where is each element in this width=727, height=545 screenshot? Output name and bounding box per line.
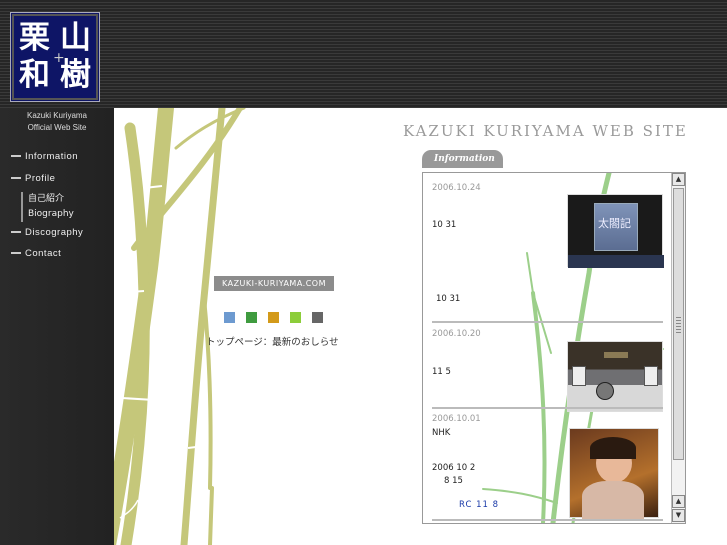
dash-icon xyxy=(11,252,21,255)
scroll-down-arrow-icon[interactable]: ▼ xyxy=(672,509,685,522)
nav-information[interactable]: Information xyxy=(11,151,78,162)
news-text: 8 15 xyxy=(444,476,463,486)
center-logo[interactable]: KAZUKI-KURIYAMA.COM xyxy=(214,276,334,291)
dash-icon xyxy=(11,155,21,158)
news-text: NHK xyxy=(432,428,451,438)
news-photo-sign: 太閤記 xyxy=(567,194,664,268)
news-photo-portrait xyxy=(569,428,659,519)
color-dot-1[interactable] xyxy=(224,312,235,323)
profile-submenu: 自己紹介 Biography xyxy=(21,192,74,222)
dash-icon xyxy=(11,177,21,180)
owner-subtitle: Official Web Site xyxy=(27,123,87,132)
news-link[interactable]: RC 11 8 xyxy=(459,500,499,510)
nav-discography-label: Discography xyxy=(25,227,84,238)
site-logo[interactable]: 栗 山 + 和 樹 xyxy=(10,12,100,102)
news-divider xyxy=(432,519,663,521)
bamboo-illustration xyxy=(114,108,246,545)
tab-information[interactable]: Information xyxy=(422,150,503,168)
nav-contact[interactable]: Contact xyxy=(11,248,61,259)
logo-char-4: 樹 xyxy=(60,57,91,93)
main-content: KAZUKI KURIYAMA WEB SITE KAZUKI-KURIYAMA… xyxy=(114,108,727,545)
news-date: 2006.10.01 xyxy=(432,414,481,424)
news-text: 11 5 xyxy=(432,367,451,377)
scroll-up-arrow-icon[interactable]: ▲ xyxy=(672,495,685,508)
nav-profile-jikoshokai[interactable]: 自己紹介 xyxy=(28,192,74,207)
scroll-up-arrow-icon[interactable]: ▲ xyxy=(672,173,685,186)
header-bar xyxy=(0,0,727,108)
owner-name: Kazuki Kuriyama xyxy=(26,111,88,120)
nav-information-label: Information xyxy=(25,151,79,162)
nav-profile[interactable]: Profile xyxy=(11,173,55,184)
news-text: 10 31 xyxy=(436,294,461,304)
news-date: 2006.10.20 xyxy=(432,329,481,339)
page-root: 栗 山 + 和 樹 Kazuki Kuriyama Official Web S… xyxy=(0,0,727,545)
sign-text: 太閤記 xyxy=(598,217,631,230)
page-label: トップページ：最新のおしらせ xyxy=(206,337,339,348)
dash-icon xyxy=(11,231,21,234)
nav-profile-label: Profile xyxy=(25,173,56,184)
scroll-thumb[interactable] xyxy=(673,188,684,460)
news-date: 2006.10.24 xyxy=(432,183,481,193)
color-dot-5[interactable] xyxy=(312,312,323,323)
news-list: 2006.10.24 10 31 10 31 太閤記 2006.10.20 11… xyxy=(423,173,671,523)
information-panel: 2006.10.24 10 31 10 31 太閤記 2006.10.20 11… xyxy=(422,172,686,524)
news-divider xyxy=(432,407,663,409)
news-text: 10 31 xyxy=(432,220,457,230)
nav-discography[interactable]: Discography xyxy=(11,227,83,238)
news-text: 2006 10 2 xyxy=(432,463,476,473)
logo-char-3: 和 xyxy=(19,57,50,93)
nav-profile-biography[interactable]: Biography xyxy=(28,207,74,222)
color-dot-4[interactable] xyxy=(290,312,301,323)
news-photo-studio xyxy=(567,341,663,412)
scrollbar[interactable]: ▲ ▲ ▼ xyxy=(671,173,685,523)
color-dots xyxy=(224,312,334,326)
color-dot-2[interactable] xyxy=(246,312,257,323)
site-title: KAZUKI KURIYAMA WEB SITE xyxy=(403,122,688,140)
owner-caption: Kazuki Kuriyama Official Web Site xyxy=(0,110,114,134)
grip-icon xyxy=(676,315,681,333)
color-dot-3[interactable] xyxy=(268,312,279,323)
logo-char-1: 栗 xyxy=(19,20,50,56)
news-divider xyxy=(432,321,663,323)
nav-contact-label: Contact xyxy=(25,248,62,259)
